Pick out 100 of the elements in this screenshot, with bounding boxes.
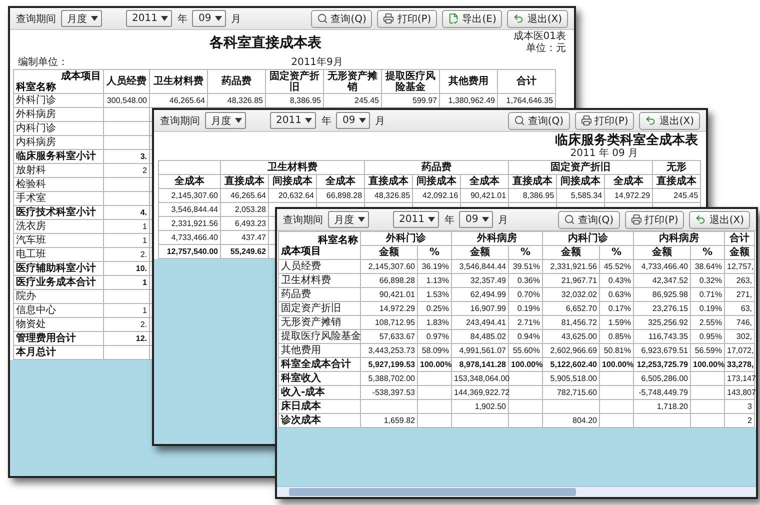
column-header: 直接成本 — [652, 174, 701, 188]
column-header: 金额 — [634, 246, 690, 260]
month-dropdown[interactable]: 09 — [192, 10, 226, 27]
month-dropdown[interactable]: 09 — [336, 112, 370, 129]
form-number: 成本医01表 — [513, 31, 566, 42]
print-button[interactable]: 打印(P) — [624, 210, 684, 228]
table-cell: 3 — [724, 400, 754, 414]
row-label: 诊次成本 — [278, 414, 360, 428]
table-cell: 48,326.85 — [364, 188, 413, 202]
printer-icon — [630, 214, 642, 225]
row-label: 医疗技术科室小计 — [14, 206, 104, 220]
column-header: 金额 — [542, 246, 600, 260]
table-cell: 36.19% — [418, 260, 452, 274]
table-cell: 1.13% — [418, 274, 452, 288]
table-cell: 116,743.35 — [634, 330, 690, 344]
column-header: 直接成本 — [508, 174, 557, 188]
column-header: 内科病房 — [634, 232, 724, 246]
group-header: 固定资产折旧 — [508, 160, 653, 174]
column-header: 全成本 — [460, 174, 509, 188]
table-cell: 42,092.16 — [412, 188, 461, 202]
table-cell: 1,902.50 — [452, 400, 508, 414]
row-label: 放射科 — [14, 164, 104, 178]
column-header: 提取医疗风险基金 — [382, 70, 440, 94]
group-header: 卫生材料费 — [220, 160, 365, 174]
exit-button[interactable]: 退出(X) — [689, 210, 750, 228]
table-cell: 46,265.64 — [220, 188, 268, 202]
table-cell: 3,546,844.44 — [158, 202, 220, 216]
table-cell: 2,331,921.56 — [158, 216, 220, 230]
month-label: 月 — [375, 114, 386, 128]
group-header: 无形 — [652, 160, 701, 174]
table-cell: 1 — [104, 276, 150, 290]
table-cell: 58.09% — [418, 344, 452, 358]
print-button[interactable]: 打印(P) — [377, 10, 438, 28]
table-cell: 0.63% — [600, 288, 634, 302]
table-cell: 45.52% — [600, 260, 634, 274]
table-cell: 2,145,307.60 — [360, 260, 418, 274]
row-label: 物资处 — [14, 318, 104, 332]
table-cell: 3,546,844.44 — [452, 260, 508, 274]
query-button[interactable]: 查询(Q) — [558, 210, 620, 228]
month-dropdown[interactable]: 09 — [459, 211, 494, 228]
search-icon — [564, 214, 575, 225]
exit-button[interactable]: 退出(X) — [507, 10, 568, 28]
caret-icon — [161, 16, 168, 21]
table-cell: 90,421.01 — [360, 288, 418, 302]
column-header: 直接成本 — [364, 174, 413, 188]
table-cell: 0.19% — [690, 302, 724, 316]
period-label: 查询期间 — [160, 114, 200, 128]
row-label: 院办 — [14, 290, 104, 304]
table-cell: 6,923,679.51 — [634, 344, 690, 358]
report-title: 各科室直接成本表 — [210, 34, 322, 52]
column-header: 药品费 — [208, 70, 266, 94]
search-icon — [514, 115, 525, 126]
table-cell: 1 — [104, 304, 150, 318]
print-button[interactable]: 打印(P) — [574, 112, 634, 130]
table-cell: 2,602,966.69 — [542, 344, 600, 358]
table-cell: 39.51% — [508, 260, 542, 274]
query-button[interactable]: 查询(Q) — [508, 112, 570, 130]
table-cell: 81,456.72 — [542, 316, 600, 330]
table-cell: 42,347.52 — [634, 274, 690, 288]
table-cell: 6,493.23 — [220, 216, 268, 230]
report-date: 2011年9月 — [291, 56, 343, 68]
exit-button[interactable]: 退出(X) — [639, 112, 700, 130]
row-label: 管理费用合计 — [14, 332, 104, 346]
table-cell: 1,718.20 — [634, 400, 690, 414]
year-label: 年 — [444, 214, 454, 226]
table-cell: 32,032.02 — [542, 288, 600, 302]
table-cell: 20,632.64 — [268, 188, 316, 202]
table-cell: 5,585.34 — [556, 188, 605, 202]
period-dropdown[interactable]: 月度 — [328, 211, 369, 228]
year-label: 年 — [321, 114, 332, 128]
table-cell: 84,485.02 — [452, 330, 508, 344]
table-cell: 2 — [104, 164, 150, 178]
year-dropdown[interactable]: 2011 — [126, 10, 172, 27]
table-cell: 1.59% — [600, 316, 634, 330]
table-cell: 302, — [724, 330, 754, 344]
table-cell: 0.95% — [690, 330, 724, 344]
period-dropdown[interactable]: 月度 — [61, 10, 102, 27]
table-cell: 599.97 — [382, 94, 440, 108]
table-cell: 50.81% — [600, 344, 634, 358]
row-label: 本月总计 — [14, 346, 104, 360]
column-header: % — [600, 246, 634, 260]
table-cell: 1.83% — [418, 316, 452, 330]
report-date: 2011 年 09 月 — [570, 148, 638, 160]
export-button[interactable]: 导出(E) — [442, 10, 502, 28]
query-button[interactable]: 查询(Q) — [310, 10, 372, 28]
table-cell: 8,386.95 — [266, 94, 324, 108]
table-cell: 33,278, — [724, 358, 754, 372]
table-cell: 804.20 — [542, 414, 600, 428]
column-header: % — [690, 246, 724, 260]
year-label: 年 — [177, 12, 188, 26]
horizontal-scrollbar[interactable] — [277, 486, 756, 497]
period-dropdown[interactable]: 月度 — [205, 112, 246, 129]
table-cell: 2,331,921.56 — [542, 260, 600, 274]
year-dropdown[interactable]: 2011 — [270, 112, 316, 129]
table-cell: 2. — [104, 248, 150, 262]
year-dropdown[interactable]: 2011 — [393, 211, 440, 228]
table-cell: 14,972.29 — [360, 302, 418, 316]
column-header: 金额 — [360, 246, 418, 260]
table-cell: 32,357.49 — [452, 274, 508, 288]
undo-arrow-icon — [513, 13, 524, 24]
